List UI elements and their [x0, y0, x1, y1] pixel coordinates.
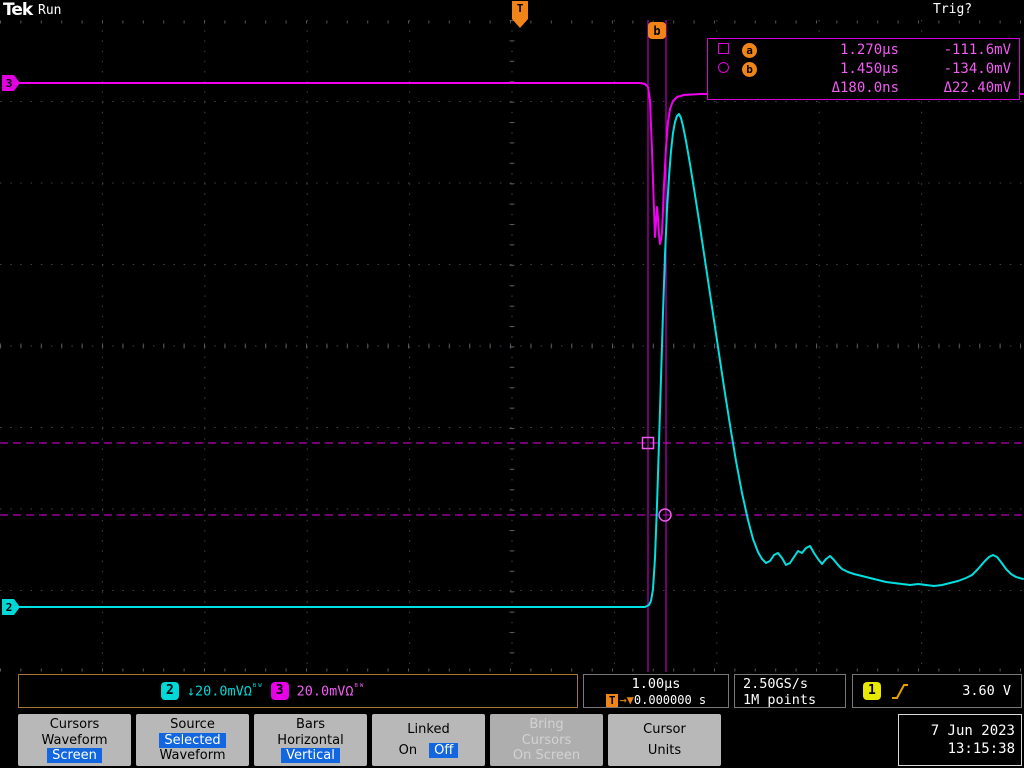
timebase-scale: 1.00µs	[631, 676, 681, 692]
trigger-box: 1 3.60 V	[852, 674, 1022, 708]
cursor-b-flag[interactable]: b	[648, 22, 666, 39]
cursor-delta-time: Δ180.0ns	[831, 79, 899, 96]
acquisition-box: 2.50GS/s 1M points	[734, 674, 846, 708]
menu-label: Vertical	[281, 748, 340, 764]
ch3-bandwidth-icon: ᴮᵂ	[353, 682, 365, 693]
cursor-b-flag-label: b	[653, 24, 660, 38]
menu-label: On	[398, 743, 418, 758]
menu-label: Screen	[47, 748, 102, 764]
menu-label: Cursors	[49, 716, 100, 732]
menu-label: Bars	[295, 716, 325, 732]
menu-label: Selected	[159, 732, 226, 748]
timebase-box: 1.00µs T →▼0.000000 s	[583, 674, 729, 708]
ch3-marker[interactable]: 3	[2, 75, 20, 91]
menu-button-bring-cursors-on-screen: Bring Cursors On Screen	[490, 714, 603, 766]
ch2-marker-label: 2	[6, 601, 13, 614]
graticule-grid	[0, 20, 1024, 672]
acquisition-status: Run	[38, 3, 62, 18]
cursor-a-time: 1.270µs	[839, 41, 899, 58]
ch2-bandwidth-icon: ᴮᵂ	[251, 682, 263, 693]
menu-button-linked-on-off[interactable]: Linked On Off	[372, 714, 485, 766]
menu-label: Horizontal	[277, 732, 344, 748]
menu-label: Waveform	[41, 732, 108, 748]
trigger-source-badge[interactable]: 1	[863, 682, 881, 700]
trigger-t-badge: T	[605, 694, 619, 707]
trigger-level: 3.60 V	[962, 683, 1011, 699]
menu-label: On Screen	[512, 748, 581, 764]
waveform-display: T b 3 2	[0, 1, 1024, 672]
time-label: 13:15:38	[947, 741, 1015, 757]
menu-button-bars-horizontal-vertical[interactable]: Bars Horizontal Vertical	[254, 714, 367, 766]
menu-button-source-selected-waveform[interactable]: Source Selected Waveform	[136, 714, 249, 766]
date-label: 7 Jun 2023	[930, 723, 1015, 739]
ch3-badge[interactable]: 3	[270, 682, 289, 700]
cursor-readout-box: a 1.270µs -111.6mV b 1.450µs -134.0mV Δ1…	[707, 38, 1020, 100]
ch3-scale-readout: 20.0mVΩᴮᵂ	[296, 682, 365, 700]
cursor-a-value: -111.6mV	[943, 41, 1011, 58]
datetime-box: 7 Jun 2023 13:15:38	[898, 714, 1022, 766]
trigger-arrow-icon: →▼	[619, 693, 634, 707]
menu-button-cursor-units[interactable]: Cursor Units	[608, 714, 721, 766]
menu-button-cursors-waveform-screen[interactable]: Cursors Waveform Screen	[18, 714, 131, 766]
channel-readout-box: 2 ↓20.0mVΩᴮᵂ 3 20.0mVΩᴮᵂ	[18, 674, 578, 708]
ch2-badge[interactable]: 2	[161, 682, 179, 700]
cursor-a-shape-icon	[718, 42, 729, 54]
waveform-ch3	[17, 82, 1024, 245]
menu-label: Cursor	[643, 722, 686, 737]
waveform-ch2	[17, 113, 1024, 608]
cursor-b-marker[interactable]	[658, 508, 672, 522]
tek-logo: Tek	[3, 0, 33, 20]
cursor-b-badge: b	[742, 61, 757, 77]
menu-label: Bring	[529, 716, 564, 732]
cursor-a-marker[interactable]	[641, 436, 655, 450]
cursor-delta-value: Δ22.40mV	[943, 79, 1011, 96]
menu-label: Waveform	[159, 748, 226, 764]
record-length: 1M points	[743, 692, 817, 708]
cursor-b-time: 1.450µs	[839, 60, 899, 77]
trigger-status: Trig?	[933, 2, 973, 17]
ch3-marker-label: 3	[6, 77, 13, 90]
menu-label: Source	[170, 716, 215, 732]
ch2-marker[interactable]: 2	[2, 599, 20, 615]
menu-label: Off	[429, 743, 459, 758]
top-bar: Tek Run Trig?	[0, 0, 1024, 20]
menu-label: Linked	[407, 722, 450, 737]
menu-label: Units	[647, 743, 682, 758]
cursor-a-badge: a	[742, 42, 757, 58]
cursor-b-value: -134.0mV	[943, 60, 1011, 77]
menu-label: Cursors	[521, 732, 572, 748]
cursor-b-shape-icon	[718, 61, 729, 73]
ch2-scale-readout: ↓20.0mVΩᴮᵂ	[186, 682, 263, 700]
trigger-position-readout: 0.000000 s	[633, 693, 707, 707]
rising-edge-icon	[891, 684, 908, 699]
bottom-menu: Cursors Waveform Screen Source Selected Wavef…	[18, 714, 721, 766]
sample-rate: 2.50GS/s	[743, 676, 809, 692]
oscilloscope-screen: Tek Run Trig? T b 3 2 a 1.270µs -111.6mV…	[0, 0, 1024, 768]
